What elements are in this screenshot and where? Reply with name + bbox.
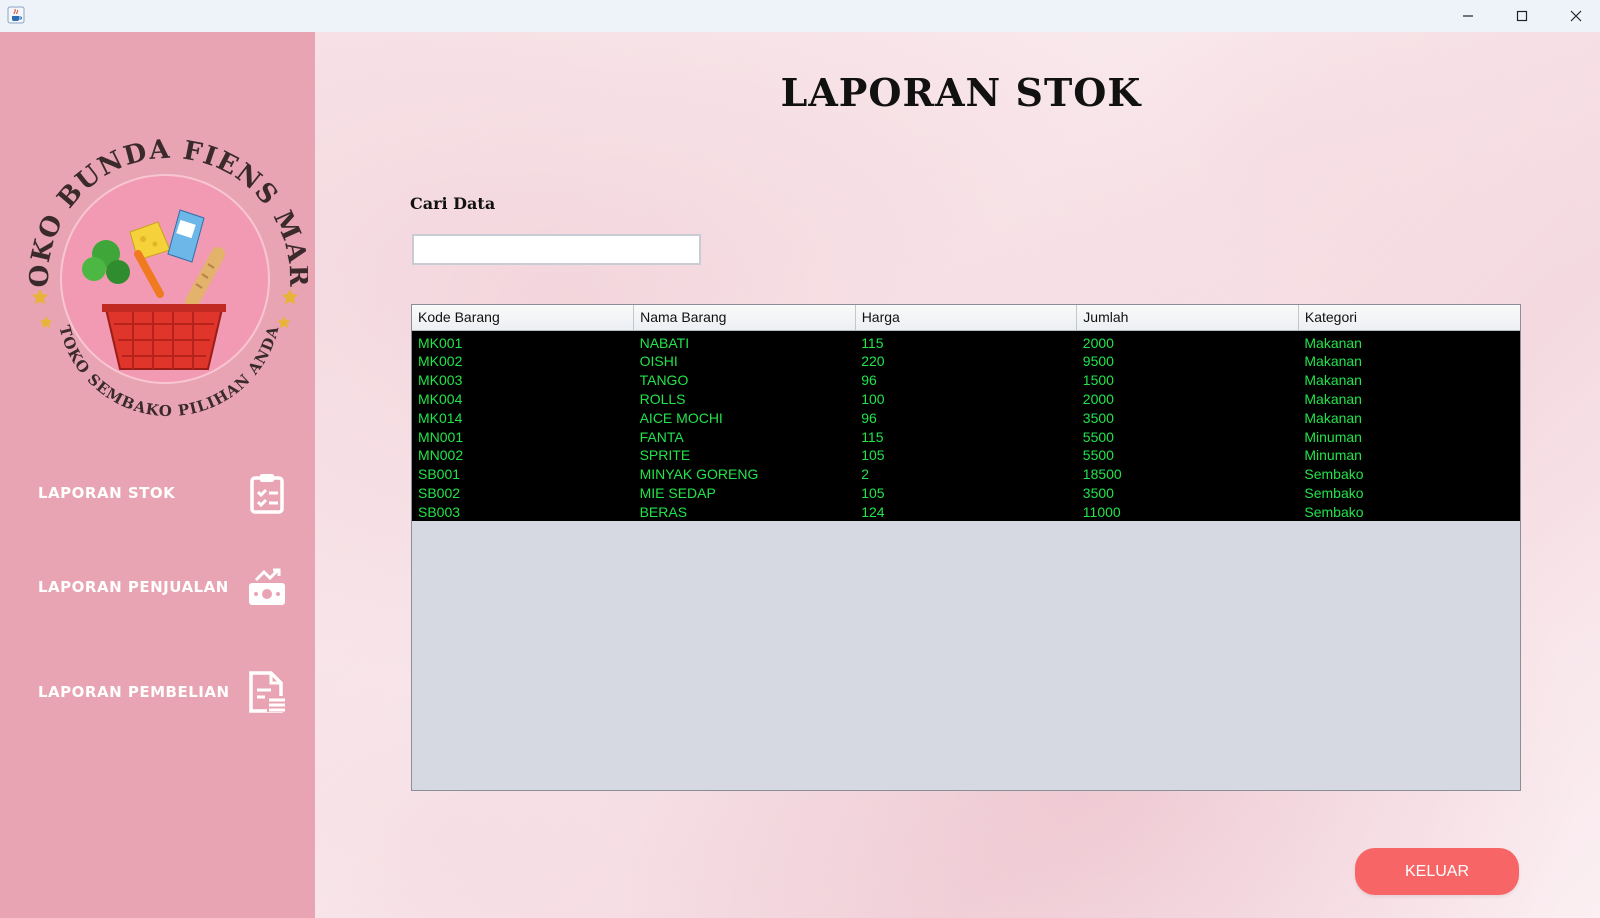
cell-kategori: Makanan bbox=[1298, 389, 1520, 409]
cell-kode-barang: SB002 bbox=[412, 483, 634, 503]
cell-jumlah: 2000 bbox=[1076, 389, 1299, 409]
cell-kode-barang: MN001 bbox=[412, 427, 634, 446]
cell-nama-barang: MINYAK GORENG bbox=[633, 464, 856, 484]
column-header-jumlah[interactable]: Jumlah bbox=[1076, 305, 1299, 331]
main-panel: LAPORAN STOK Cari Data Kode Barang Nama … bbox=[315, 32, 1600, 918]
search-input[interactable] bbox=[412, 234, 701, 265]
table-row[interactable]: MK001 NABATI 115 2000 Makanan bbox=[412, 330, 1520, 352]
cell-jumlah: 5500 bbox=[1076, 445, 1299, 465]
store-logo: TOKO BUNDA FIENS MART TOKO SEMBAKO PILIH… bbox=[8, 81, 312, 424]
cell-nama-barang: MIE SEDAP bbox=[633, 483, 856, 503]
minimize-button[interactable] bbox=[1441, 0, 1495, 32]
cell-jumlah: 5500 bbox=[1076, 427, 1299, 446]
table-row[interactable]: SB002 MIE SEDAP 105 3500 Sembako bbox=[412, 483, 1520, 503]
cell-kode-barang: MN002 bbox=[412, 445, 634, 465]
nav-laporan-penjualan[interactable]: LAPORAN PENJUALAN bbox=[38, 561, 288, 613]
nav-laporan-pembelian[interactable]: LAPORAN PEMBELIAN bbox=[38, 666, 288, 718]
column-header-nama-barang[interactable]: Nama Barang bbox=[633, 305, 856, 331]
cell-nama-barang: TANGO bbox=[633, 370, 856, 390]
cell-kategori: Sembako bbox=[1298, 464, 1520, 484]
nav-laporan-penjualan-label: LAPORAN PENJUALAN bbox=[38, 578, 229, 596]
cell-kode-barang: MK014 bbox=[412, 408, 634, 428]
cell-harga: 115 bbox=[855, 427, 1077, 446]
window-titlebar bbox=[0, 0, 1600, 32]
table-row[interactable]: MN002 SPRITE 105 5500 Minuman bbox=[412, 445, 1520, 465]
cell-harga: 115 bbox=[855, 330, 1077, 352]
cell-nama-barang: FANTA bbox=[633, 427, 856, 446]
cell-jumlah: 18500 bbox=[1076, 464, 1299, 484]
cell-nama-barang: AICE MOCHI bbox=[633, 408, 856, 428]
cell-jumlah: 11000 bbox=[1076, 502, 1299, 522]
cell-kategori: Makanan bbox=[1298, 370, 1520, 390]
cell-jumlah: 1500 bbox=[1076, 370, 1299, 390]
stock-table[interactable]: Kode Barang Nama Barang Harga Jumlah Kat… bbox=[411, 304, 1521, 791]
java-cup-icon bbox=[7, 6, 25, 24]
table-row[interactable]: MN001 FANTA 115 5500 Minuman bbox=[412, 427, 1520, 446]
cell-jumlah: 3500 bbox=[1076, 408, 1299, 428]
cell-kode-barang: MK001 bbox=[412, 330, 634, 352]
nav-laporan-stok[interactable]: LAPORAN STOK bbox=[38, 467, 288, 519]
table-row[interactable]: MK014 AICE MOCHI 96 3500 Makanan bbox=[412, 408, 1520, 428]
cell-nama-barang: ROLLS bbox=[633, 389, 856, 409]
cell-harga: 96 bbox=[855, 370, 1077, 390]
sidebar: TOKO BUNDA FIENS MART TOKO SEMBAKO PILIH… bbox=[0, 32, 315, 918]
cell-kategori: Minuman bbox=[1298, 427, 1520, 446]
table-header-row: Kode Barang Nama Barang Harga Jumlah Kat… bbox=[412, 305, 1520, 331]
cell-kode-barang: MK004 bbox=[412, 389, 634, 409]
document-list-icon bbox=[246, 670, 288, 714]
close-icon bbox=[1570, 10, 1582, 22]
cell-harga: 2 bbox=[855, 464, 1077, 484]
table-row[interactable]: MK002 OISHI 220 9500 Makanan bbox=[412, 352, 1520, 371]
cell-kode-barang: SB003 bbox=[412, 502, 634, 522]
cell-kategori: Makanan bbox=[1298, 352, 1520, 371]
table-row[interactable]: MK003 TANGO 96 1500 Makanan bbox=[412, 370, 1520, 390]
table-row[interactable]: SB001 MINYAK GORENG 2 18500 Sembako bbox=[412, 464, 1520, 484]
clipboard-list-icon bbox=[246, 471, 288, 515]
money-up-icon bbox=[246, 565, 288, 609]
cell-kode-barang: SB001 bbox=[412, 464, 634, 484]
cell-kategori: Makanan bbox=[1298, 330, 1520, 352]
close-button[interactable] bbox=[1549, 0, 1600, 32]
cell-kategori: Sembako bbox=[1298, 502, 1520, 522]
minimize-icon bbox=[1463, 15, 1473, 17]
maximize-button[interactable] bbox=[1495, 0, 1549, 32]
cell-nama-barang: SPRITE bbox=[633, 445, 856, 465]
nav-laporan-stok-label: LAPORAN STOK bbox=[38, 484, 176, 502]
cell-nama-barang: NABATI bbox=[633, 330, 856, 352]
column-header-harga[interactable]: Harga bbox=[855, 305, 1078, 331]
maximize-icon bbox=[1516, 10, 1528, 22]
cell-harga: 96 bbox=[855, 408, 1077, 428]
cell-jumlah: 3500 bbox=[1076, 483, 1299, 503]
cell-kategori: Makanan bbox=[1298, 408, 1520, 428]
cell-harga: 105 bbox=[855, 445, 1077, 465]
nav-laporan-pembelian-label: LAPORAN PEMBELIAN bbox=[38, 683, 230, 701]
column-header-kategori[interactable]: Kategori bbox=[1298, 305, 1520, 331]
search-label: Cari Data bbox=[410, 194, 496, 213]
cell-harga: 105 bbox=[855, 483, 1077, 503]
cell-harga: 124 bbox=[855, 502, 1077, 522]
cell-kategori: Sembako bbox=[1298, 483, 1520, 503]
table-row[interactable]: MK004 ROLLS 100 2000 Makanan bbox=[412, 389, 1520, 409]
exit-button[interactable]: KELUAR bbox=[1355, 848, 1519, 895]
cell-kategori: Minuman bbox=[1298, 445, 1520, 465]
cell-nama-barang: BERAS bbox=[633, 502, 856, 522]
cell-kode-barang: MK002 bbox=[412, 352, 634, 371]
table-row[interactable]: SB003 BERAS 124 11000 Sembako bbox=[412, 502, 1520, 522]
cell-jumlah: 9500 bbox=[1076, 352, 1299, 371]
cell-harga: 100 bbox=[855, 389, 1077, 409]
cell-kode-barang: MK003 bbox=[412, 370, 634, 390]
cell-jumlah: 2000 bbox=[1076, 330, 1299, 352]
page-title: LAPORAN STOK bbox=[780, 70, 1142, 115]
cell-harga: 220 bbox=[855, 352, 1077, 371]
column-header-kode-barang[interactable]: Kode Barang bbox=[412, 305, 635, 331]
cell-nama-barang: OISHI bbox=[633, 352, 856, 371]
